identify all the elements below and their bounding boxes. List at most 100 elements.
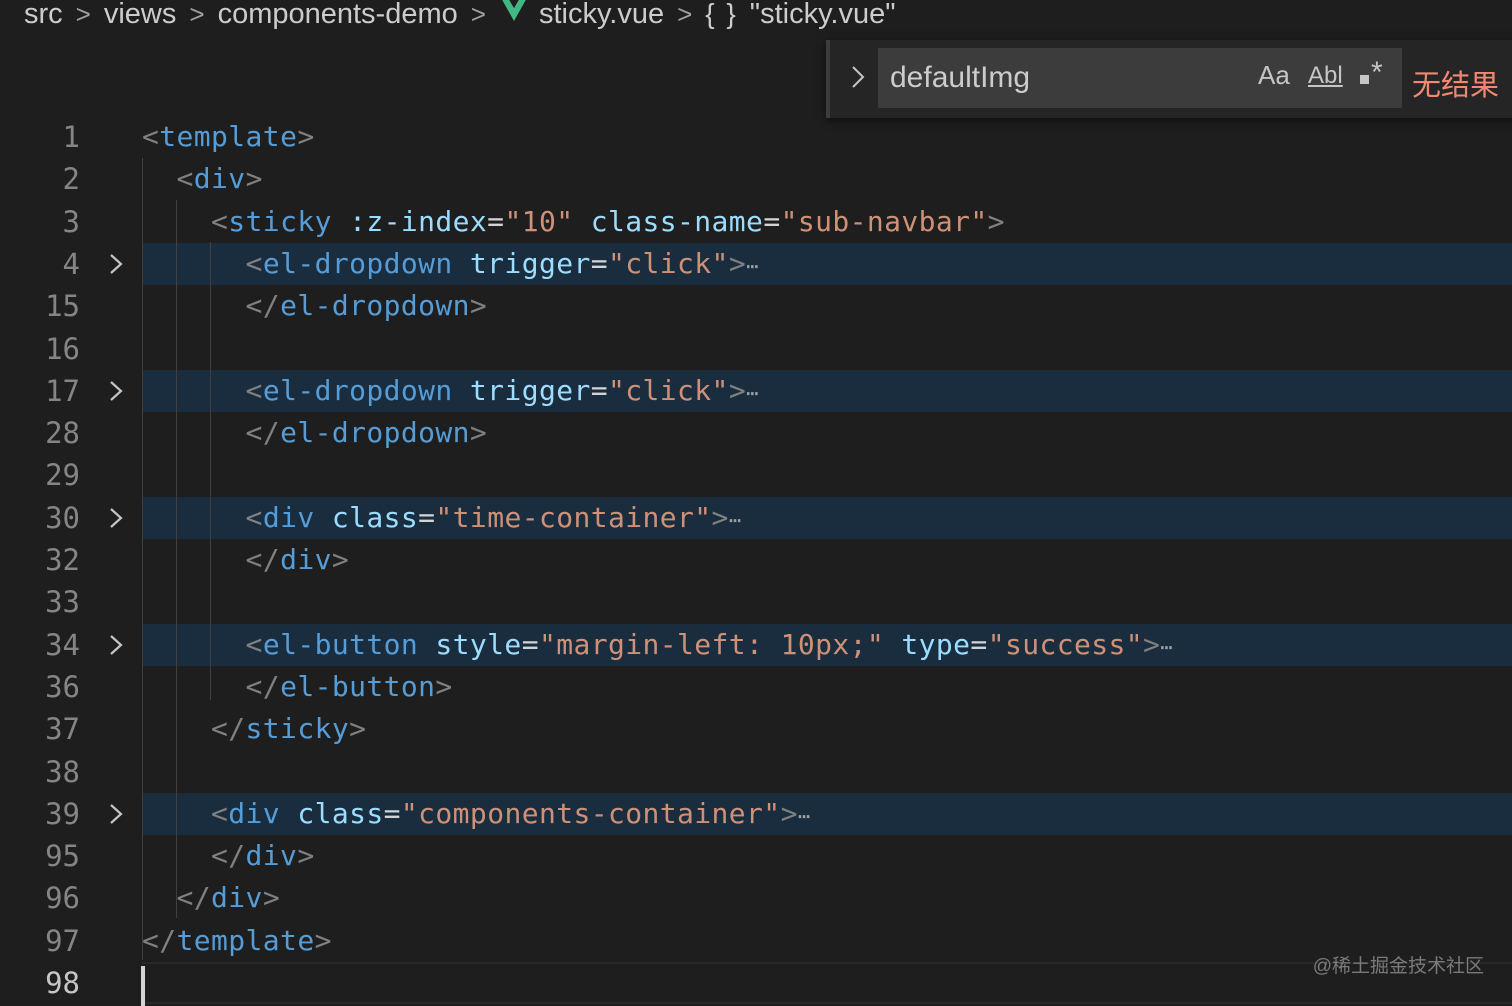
folded-ellipsis[interactable]: ⋯: [798, 804, 810, 828]
line-number: 36: [45, 670, 80, 704]
code-content[interactable]: </template>: [142, 920, 332, 962]
match-whole-word-toggle[interactable]: Abl: [1308, 62, 1343, 90]
code-punctuation: <: [245, 374, 263, 407]
fold-chevron-icon[interactable]: [107, 631, 125, 659]
code-content[interactable]: </el-dropdown>: [142, 412, 487, 454]
code-line[interactable]: 28 </el-dropdown>: [0, 412, 1512, 454]
code-line[interactable]: 95 </div>: [0, 835, 1512, 877]
code-line[interactable]: 37 </sticky>: [0, 708, 1512, 750]
code-attribute: class: [331, 501, 419, 534]
code-line[interactable]: 16: [0, 328, 1512, 370]
code-content[interactable]: </div>: [142, 539, 349, 581]
code-line[interactable]: 4 <el-dropdown trigger="click">⋯: [0, 243, 1512, 285]
breadcrumb-item-src[interactable]: src: [24, 0, 63, 31]
code-content[interactable]: <el-dropdown trigger="click">⋯: [142, 243, 759, 285]
fold-chevron-icon[interactable]: [107, 250, 125, 278]
code-punctuation: >: [728, 247, 747, 280]
code-line[interactable]: 34 <el-button style="margin-left: 10px;"…: [0, 624, 1512, 666]
code-punctuation: <: [245, 501, 263, 534]
code-punctuation: </: [211, 839, 246, 872]
code-content[interactable]: <div class="components-container">⋯: [142, 793, 810, 835]
line-number: 30: [45, 501, 80, 535]
code-line[interactable]: 29: [0, 454, 1512, 496]
fold-chevron-icon[interactable]: [107, 377, 125, 405]
code-editor[interactable]: 98 97 </template> 96 </div> 95 </div> 39 <div…: [0, 116, 1512, 1006]
folded-ellipsis[interactable]: ⋯: [746, 254, 758, 278]
folded-ellipsis[interactable]: ⋯: [1160, 635, 1172, 659]
line-number: 4: [62, 247, 80, 281]
code-line[interactable]: 3 <sticky :z-index="10" class-name="sub-…: [0, 201, 1512, 243]
code-content[interactable]: </div>: [142, 835, 315, 877]
toggle-replace-chevron-icon[interactable]: [848, 62, 868, 92]
line-number: 29: [45, 458, 80, 492]
folded-ellipsis[interactable]: ⋯: [729, 508, 741, 532]
chevron-right-icon: >: [189, 0, 205, 29]
code-string: "margin-left: 10px;": [538, 628, 885, 661]
code-line[interactable]: 32 </div>: [0, 539, 1512, 581]
fold-chevron-icon[interactable]: [107, 800, 125, 828]
code-content[interactable]: <el-dropdown trigger="click">⋯: [142, 370, 759, 412]
code-tag-name: template: [159, 120, 298, 153]
code-punctuation: >: [469, 289, 488, 322]
code-tag-name: div: [193, 162, 246, 195]
line-number: 2: [62, 162, 80, 196]
use-regex-toggle[interactable]: *: [1360, 56, 1383, 90]
line-number: 38: [45, 755, 80, 789]
code-content[interactable]: <template>: [142, 116, 315, 158]
code-content[interactable]: <div>: [142, 158, 263, 200]
code-content[interactable]: </el-dropdown>: [142, 285, 487, 327]
breadcrumb-item-views[interactable]: views: [104, 0, 177, 31]
code-line[interactable]: 17 <el-dropdown trigger="click">⋯: [0, 370, 1512, 412]
code-line[interactable]: 97 </template>: [0, 920, 1512, 962]
breadcrumb-item-file[interactable]: sticky.vue: [539, 0, 664, 31]
code-string: "components-container": [400, 797, 781, 830]
code-string: "click": [608, 374, 729, 407]
code-line[interactable]: 15 </el-dropdown>: [0, 285, 1512, 327]
fold-chevron-icon[interactable]: [107, 504, 125, 532]
line-number: 39: [45, 797, 80, 831]
code-line[interactable]: 2 <div>: [0, 158, 1512, 200]
code-line[interactable]: 38: [0, 751, 1512, 793]
code-line[interactable]: 1 <template>: [0, 116, 1512, 158]
regex-star: *: [1371, 56, 1383, 89]
code-content[interactable]: </div>: [142, 877, 280, 919]
code-string: "time-container": [435, 501, 712, 534]
match-case-toggle[interactable]: Aa: [1258, 60, 1290, 91]
code-content[interactable]: <el-button style="margin-left: 10px;" ty…: [142, 624, 1173, 666]
code-attribute: class-name: [590, 205, 764, 238]
code-line[interactable]: 30 <div class="time-container">⋯: [0, 497, 1512, 539]
code-line[interactable]: 39 <div class="components-container">⋯: [0, 793, 1512, 835]
breadcrumb-symbol[interactable]: "sticky.vue": [750, 0, 896, 31]
code-tag-name: el-dropdown: [280, 289, 470, 322]
code-line[interactable]: 96 </div>: [0, 877, 1512, 919]
breadcrumb-item-components-demo[interactable]: components-demo: [218, 0, 458, 31]
code-attribute: :z-index: [349, 205, 488, 238]
line-number: 95: [45, 839, 80, 873]
code-content[interactable]: <sticky :z-index="10" class-name="sub-na…: [142, 201, 1005, 243]
text-cursor: [141, 966, 145, 1006]
code-string: "click": [608, 247, 729, 280]
code-tag-name: sticky: [228, 205, 332, 238]
chevron-right-icon: >: [75, 0, 91, 29]
code-punctuation: <: [211, 797, 229, 830]
code-punctuation: >: [987, 205, 1005, 238]
find-widget: Aa Abl * 无结果: [826, 40, 1512, 118]
code-content[interactable]: </el-button>: [142, 666, 453, 708]
code-text: =: [763, 205, 781, 238]
code-content[interactable]: <div class="time-container">⋯: [142, 497, 741, 539]
code-line[interactable]: 36 </el-button>: [0, 666, 1512, 708]
code-tag-name: el-dropdown: [280, 416, 470, 449]
code-line[interactable]: 33: [0, 581, 1512, 623]
folded-ellipsis[interactable]: ⋯: [746, 381, 758, 405]
